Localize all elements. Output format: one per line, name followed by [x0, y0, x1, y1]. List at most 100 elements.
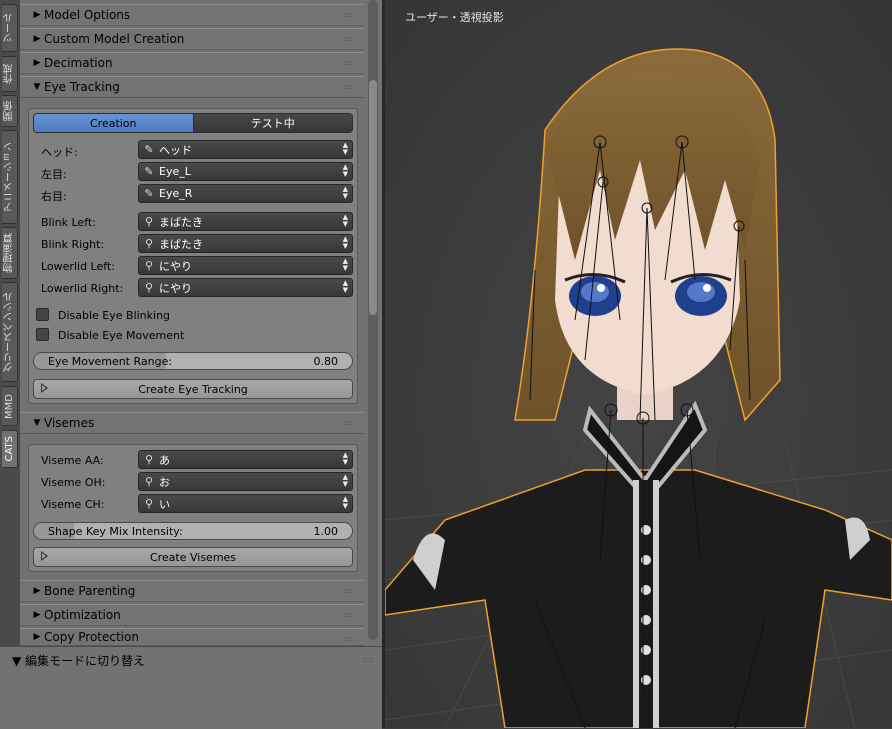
bone-icon: ✎ — [144, 165, 154, 178]
slider-value: 1.00 — [313, 525, 339, 538]
viseme-oh-label: Viseme OH: — [41, 476, 106, 489]
viseme-ch-select[interactable]: ⚲ い ▲ ▼ — [138, 494, 353, 513]
up-down-arrows-icon: ▲ ▼ — [342, 185, 348, 200]
drag-grip-icon[interactable] — [344, 60, 356, 67]
panel-visemes[interactable]: ▼ Visemes — [20, 412, 364, 434]
blink-left-select[interactable]: ⚲ まばたき ▲ ▼ — [138, 212, 353, 231]
panel-copy-protection[interactable]: ▶ Copy Protection — [20, 628, 364, 646]
panel-custom-model-creation[interactable]: ▶ Custom Model Creation — [20, 28, 364, 50]
button-label: Create Visemes — [149, 550, 237, 564]
select-value: まばたき — [159, 215, 203, 229]
operator-panel[interactable]: ▼ 編集モードに切り替え — [0, 646, 382, 729]
tab-physics[interactable]: 物理演算 — [2, 227, 18, 279]
tab-animation-label: アニメーション — [4, 142, 15, 212]
blink-right-label: Blink Right: — [41, 238, 105, 251]
expand-arrow-icon: ▶ — [33, 610, 41, 620]
tab-animation[interactable]: アニメーション — [2, 130, 18, 224]
viseme-oh-select[interactable]: ⚲ お ▲ ▼ — [138, 472, 353, 491]
lowerlid-right-select[interactable]: ⚲ にやり ▲ ▼ — [138, 278, 353, 297]
3d-viewport[interactable]: ユーザー・透視投影 — [385, 0, 892, 728]
panel-eye-tracking[interactable]: ▼ Eye Tracking — [20, 76, 364, 98]
drag-grip-icon[interactable] — [344, 612, 356, 619]
panel-model-options[interactable]: ▶ Model Options — [20, 4, 364, 26]
blink-right-select[interactable]: ⚲ まばたき ▲ ▼ — [138, 234, 353, 253]
select-value: Eye_R — [159, 187, 193, 200]
tab-mmd-label: MMD — [4, 393, 15, 419]
right-eye-bone-select[interactable]: ✎ Eye_R ▲ ▼ — [138, 184, 353, 203]
lowerlid-right-label: Lowerlid Right: — [41, 282, 124, 295]
operator-panel-title: ▼ 編集モードに切り替え — [12, 654, 146, 668]
panel-decimation[interactable]: ▶ Decimation — [20, 52, 364, 74]
panel-title: Bone Parenting — [44, 584, 136, 598]
play-triangle-icon — [41, 383, 48, 393]
create-eye-tracking-button[interactable]: Create Eye Tracking — [33, 379, 353, 399]
viseme-ch-label: Viseme CH: — [41, 498, 105, 511]
blink-left-label: Blink Left: — [41, 216, 96, 229]
up-down-arrows-icon: ▲ ▼ — [342, 279, 348, 294]
bone-icon: ✎ — [144, 187, 154, 200]
slider-label: Eye Movement Range: — [48, 355, 173, 368]
select-value: にやり — [159, 281, 192, 295]
slider-label: Shape Key Mix Intensity: — [48, 525, 183, 538]
up-down-arrows-icon: ▲ ▼ — [342, 451, 348, 466]
create-visemes-button[interactable]: Create Visemes — [33, 547, 353, 567]
panel-bone-parenting[interactable]: ▶ Bone Parenting — [20, 580, 364, 602]
left-eye-bone-select[interactable]: ✎ Eye_L ▲ ▼ — [138, 162, 353, 181]
panel-title: Custom Model Creation — [44, 32, 185, 46]
collapse-arrow-icon: ▼ — [33, 418, 41, 428]
tab-physics-label: 物理演算 — [4, 233, 15, 273]
panel-optimization[interactable]: ▶ Optimization — [20, 604, 364, 626]
tab-grease-pencil[interactable]: グリースペンシル — [2, 282, 18, 382]
lowerlid-left-select[interactable]: ⚲ にやり ▲ ▼ — [138, 256, 353, 275]
eye-tracking-mode-switch: Creation テスト中 — [33, 113, 353, 133]
drag-grip-icon[interactable] — [362, 657, 374, 664]
viseme-aa-label: Viseme AA: — [41, 454, 104, 467]
tab-relations[interactable]: 関係 — [2, 95, 18, 127]
disable-movement-checkbox[interactable] — [36, 328, 49, 341]
bone-icon: ✎ — [144, 143, 154, 156]
disable-movement-label[interactable]: Disable Eye Movement — [58, 329, 184, 342]
shape-key-icon: ⚲ — [144, 259, 154, 272]
disable-blinking-checkbox[interactable] — [36, 308, 49, 321]
viewport-scene — [385, 0, 892, 728]
head-bone-select[interactable]: ✎ ヘッド ▲ ▼ — [138, 140, 353, 159]
viseme-aa-select[interactable]: ⚲ あ ▲ ▼ — [138, 450, 353, 469]
drag-grip-icon[interactable] — [344, 636, 356, 643]
drag-grip-icon[interactable] — [344, 420, 356, 427]
collapse-arrow-icon: ▼ — [33, 82, 41, 92]
tab-cats-label: CATS — [4, 436, 15, 462]
select-value: まばたき — [159, 237, 203, 251]
tab-relations-label: 関係 — [4, 101, 15, 121]
button-label: Create Eye Tracking — [138, 382, 248, 396]
eye-movement-range-slider[interactable]: Eye Movement Range: 0.80 — [33, 352, 353, 370]
scrollbar-thumb[interactable] — [369, 80, 377, 315]
panel-title: Model Options — [44, 8, 131, 22]
shape-key-mix-slider[interactable]: Shape Key Mix Intensity: 1.00 — [33, 522, 353, 540]
left-eye-label: 左目: — [41, 168, 67, 181]
shape-key-icon: ⚲ — [144, 497, 154, 510]
drag-grip-icon[interactable] — [344, 588, 356, 595]
up-down-arrows-icon: ▲ ▼ — [342, 163, 348, 178]
tab-mmd[interactable]: MMD — [2, 386, 18, 426]
mode-testing-button[interactable]: テスト中 — [192, 114, 352, 132]
tab-create-label: 作成 — [4, 64, 15, 84]
tab-cats[interactable]: CATS — [2, 430, 18, 468]
disable-blinking-label[interactable]: Disable Eye Blinking — [58, 309, 170, 322]
tab-tools[interactable]: ツール — [2, 4, 18, 52]
up-down-arrows-icon: ▲ ▼ — [342, 235, 348, 250]
up-down-arrows-icon: ▲ ▼ — [342, 473, 348, 488]
drag-grip-icon[interactable] — [344, 36, 356, 43]
up-down-arrows-icon: ▲ ▼ — [342, 213, 348, 228]
shape-key-icon: ⚲ — [144, 281, 154, 294]
operator-name: 編集モードに切り替え — [25, 654, 146, 668]
select-value: ヘッド — [159, 143, 192, 157]
drag-grip-icon[interactable] — [344, 12, 356, 19]
shape-key-icon: ⚲ — [144, 453, 154, 466]
drag-grip-icon[interactable] — [344, 84, 356, 91]
tab-create[interactable]: 作成 — [2, 56, 18, 92]
select-value: Eye_L — [159, 165, 191, 178]
tab-strip: ツール 作成 関係 アニメーション 物理演算 グリースペンシル MMD CATS — [0, 0, 20, 728]
slider-value: 0.80 — [313, 355, 339, 368]
expand-arrow-icon: ▶ — [33, 10, 41, 20]
mode-creation-button[interactable]: Creation — [34, 114, 193, 132]
